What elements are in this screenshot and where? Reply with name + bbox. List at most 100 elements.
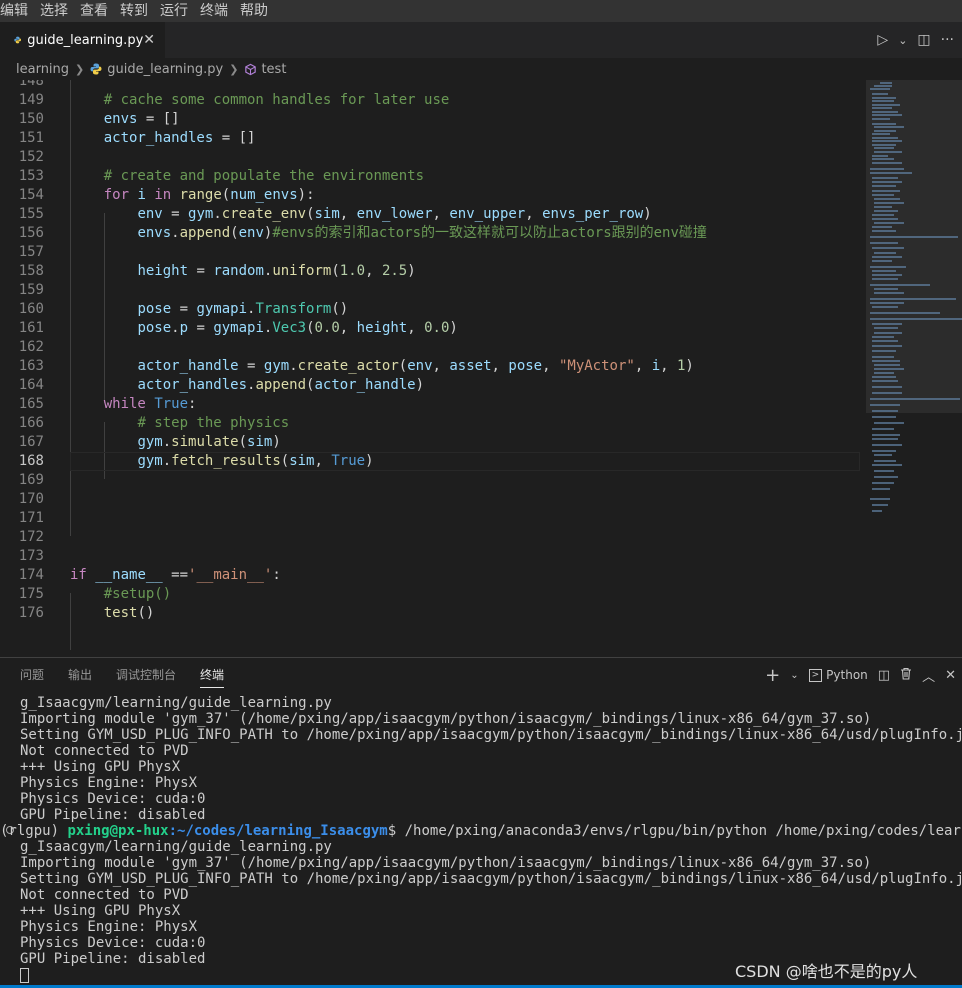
code-line[interactable]: 158 height = random.uniform(1.0, 2.5) bbox=[0, 262, 866, 281]
code-text: if __name__ =='__main__': bbox=[70, 567, 281, 583]
code-line[interactable]: 153 # create and populate the environmen… bbox=[0, 167, 866, 186]
code-line[interactable]: 155 env = gym.create_env(sim, env_lower,… bbox=[0, 205, 866, 224]
tab-guide-learning[interactable]: guide_learning.py ✕ bbox=[0, 22, 165, 58]
breadcrumb-file[interactable]: guide_learning.py bbox=[107, 62, 223, 77]
minimap-line bbox=[872, 162, 902, 164]
code-line[interactable]: 164 actor_handles.append(actor_handle) bbox=[0, 376, 866, 395]
code-line[interactable]: 174 if __name__ =='__main__': bbox=[0, 566, 866, 585]
tab-debug-console[interactable]: 调试控制台 bbox=[116, 658, 176, 692]
tab-bar: guide_learning.py ✕ ▷ ⌄ ◫ ··· bbox=[0, 22, 962, 58]
line-number: 158 bbox=[18, 263, 44, 279]
code-line[interactable]: 151 actor_handles = [] bbox=[0, 129, 866, 148]
menu-item-1[interactable]: 选择 bbox=[40, 0, 74, 22]
close-icon[interactable]: ✕ bbox=[143, 32, 155, 48]
run-icon[interactable]: ▷ bbox=[877, 32, 888, 48]
minimap-line bbox=[874, 288, 898, 290]
code-line[interactable]: 163 actor_handle = gym.create_actor(env,… bbox=[0, 357, 866, 376]
minimap-line bbox=[870, 242, 898, 244]
code-line[interactable]: 175 #setup() bbox=[0, 585, 866, 604]
code-text: #setup() bbox=[103, 586, 172, 602]
shell-label: Python bbox=[826, 668, 868, 682]
line-number: 165 bbox=[18, 396, 44, 412]
tab-problems[interactable]: 问题 bbox=[20, 658, 44, 692]
close-panel-icon[interactable]: ✕ bbox=[945, 668, 956, 683]
minimap-line bbox=[874, 368, 904, 370]
code-line[interactable]: 149 # cache some common handles for late… bbox=[0, 91, 866, 110]
code-line[interactable]: 156 envs.append(env)#envs的索引和actors的一致这样… bbox=[0, 224, 866, 243]
terminal-line: g_Isaacgym/learning/guide_learning.py bbox=[20, 695, 332, 711]
trash-icon[interactable] bbox=[900, 667, 912, 684]
prompt-path: :~/codes/learning_Isaacgym bbox=[168, 823, 388, 839]
minimap-line bbox=[874, 147, 894, 149]
menu-item-6[interactable]: 帮助 bbox=[240, 0, 274, 22]
maximize-panel-icon[interactable]: ︿ bbox=[922, 666, 935, 685]
menu-item-4[interactable]: 运行 bbox=[160, 0, 194, 22]
line-number: 168 bbox=[18, 453, 44, 469]
chevron-down-icon[interactable]: ⌄ bbox=[790, 670, 798, 681]
minimap[interactable] bbox=[866, 80, 962, 657]
minimap-line bbox=[874, 364, 900, 366]
code-text: actor_handles.append(actor_handle) bbox=[137, 377, 425, 393]
code-line[interactable]: 169 bbox=[0, 471, 866, 490]
split-terminal-icon[interactable]: ◫ bbox=[878, 668, 890, 683]
code-line[interactable]: 157 bbox=[0, 243, 866, 262]
code-line[interactable]: 159 bbox=[0, 281, 866, 300]
terminal-shell-selector[interactable]: > Python bbox=[808, 668, 868, 682]
code-line[interactable]: 154 for i in range(num_envs): bbox=[0, 186, 866, 205]
code-line[interactable]: 170 bbox=[0, 490, 866, 509]
terminal-output[interactable]: g_Isaacgym/learning/guide_learning.py Imp… bbox=[0, 695, 962, 983]
minimap-line bbox=[872, 107, 892, 109]
line-number: 167 bbox=[18, 434, 44, 450]
split-editor-icon[interactable]: ◫ bbox=[917, 32, 930, 48]
code-text: actor_handles = [] bbox=[103, 130, 256, 146]
terminal-line: +++ Using GPU PhysX bbox=[20, 759, 181, 775]
code-line[interactable]: 167 gym.simulate(sim) bbox=[0, 433, 866, 452]
menu-item-0[interactable]: 编辑 bbox=[0, 0, 34, 22]
code-line[interactable]: 152 bbox=[0, 148, 866, 167]
minimap-line bbox=[874, 206, 892, 208]
breadcrumb: learning ❯ guide_learning.py ❯ test bbox=[0, 58, 962, 80]
python-file-icon bbox=[14, 36, 21, 44]
menu-item-5[interactable]: 终端 bbox=[200, 0, 234, 22]
minimap-line bbox=[872, 360, 900, 362]
minimap-line bbox=[870, 398, 960, 400]
line-number: 151 bbox=[18, 130, 44, 146]
minimap-line bbox=[872, 274, 902, 276]
breadcrumb-folder[interactable]: learning bbox=[16, 62, 69, 77]
code-line[interactable]: 165 while True: bbox=[0, 395, 866, 414]
code-line[interactable]: 172 bbox=[0, 528, 866, 547]
code-line[interactable]: 168 gym.fetch_results(sim, True) bbox=[0, 452, 866, 471]
menu-item-2[interactable]: 查看 bbox=[80, 0, 114, 22]
code-line[interactable]: 166 # step the physics bbox=[0, 414, 866, 433]
code-text: # create and populate the environments bbox=[103, 168, 425, 184]
minimap-line bbox=[874, 126, 904, 128]
minimap-line bbox=[872, 177, 898, 179]
tab-output[interactable]: 输出 bbox=[68, 658, 92, 692]
code-line[interactable]: 160 pose = gymapi.Transform() bbox=[0, 300, 866, 319]
minimap-line bbox=[870, 266, 906, 268]
code-line[interactable]: 176 test() bbox=[0, 604, 866, 623]
terminal-line: Setting GYM_USD_PLUG_INFO_PATH to /home/… bbox=[20, 727, 962, 743]
line-number: 152 bbox=[18, 149, 44, 165]
code-line[interactable]: 173 bbox=[0, 547, 866, 566]
line-number: 155 bbox=[18, 206, 44, 222]
code-line[interactable]: 162 bbox=[0, 338, 866, 357]
chevron-down-icon[interactable]: ⌄ bbox=[898, 34, 907, 47]
code-line[interactable]: 148 bbox=[0, 80, 866, 91]
minimap-line bbox=[874, 454, 892, 456]
menu-item-3[interactable]: 转到 bbox=[120, 0, 154, 22]
minimap-line bbox=[880, 82, 892, 84]
breadcrumb-symbol[interactable]: test bbox=[261, 62, 286, 77]
code-line[interactable]: 161 pose.p = gymapi.Vec3(0.0, height, 0.… bbox=[0, 319, 866, 338]
code-line[interactable]: 171 bbox=[0, 509, 866, 528]
chevron-right-icon: ❯ bbox=[75, 62, 85, 76]
minimap-line bbox=[872, 190, 900, 192]
tab-terminal[interactable]: 终端 bbox=[200, 658, 225, 692]
more-actions-icon[interactable]: ··· bbox=[941, 32, 954, 48]
minimap-line bbox=[872, 450, 896, 452]
terminal-prompt-line: (rlgpu) pxing@px-hux:~/codes/learning_Is… bbox=[0, 823, 962, 839]
code-line[interactable]: 150 envs = [] bbox=[0, 110, 866, 129]
code-editor[interactable]: 148 149 # cache some common handles for l… bbox=[0, 80, 866, 657]
code-text: for i in range(num_envs): bbox=[103, 187, 315, 203]
add-terminal-icon[interactable]: + bbox=[765, 665, 780, 686]
